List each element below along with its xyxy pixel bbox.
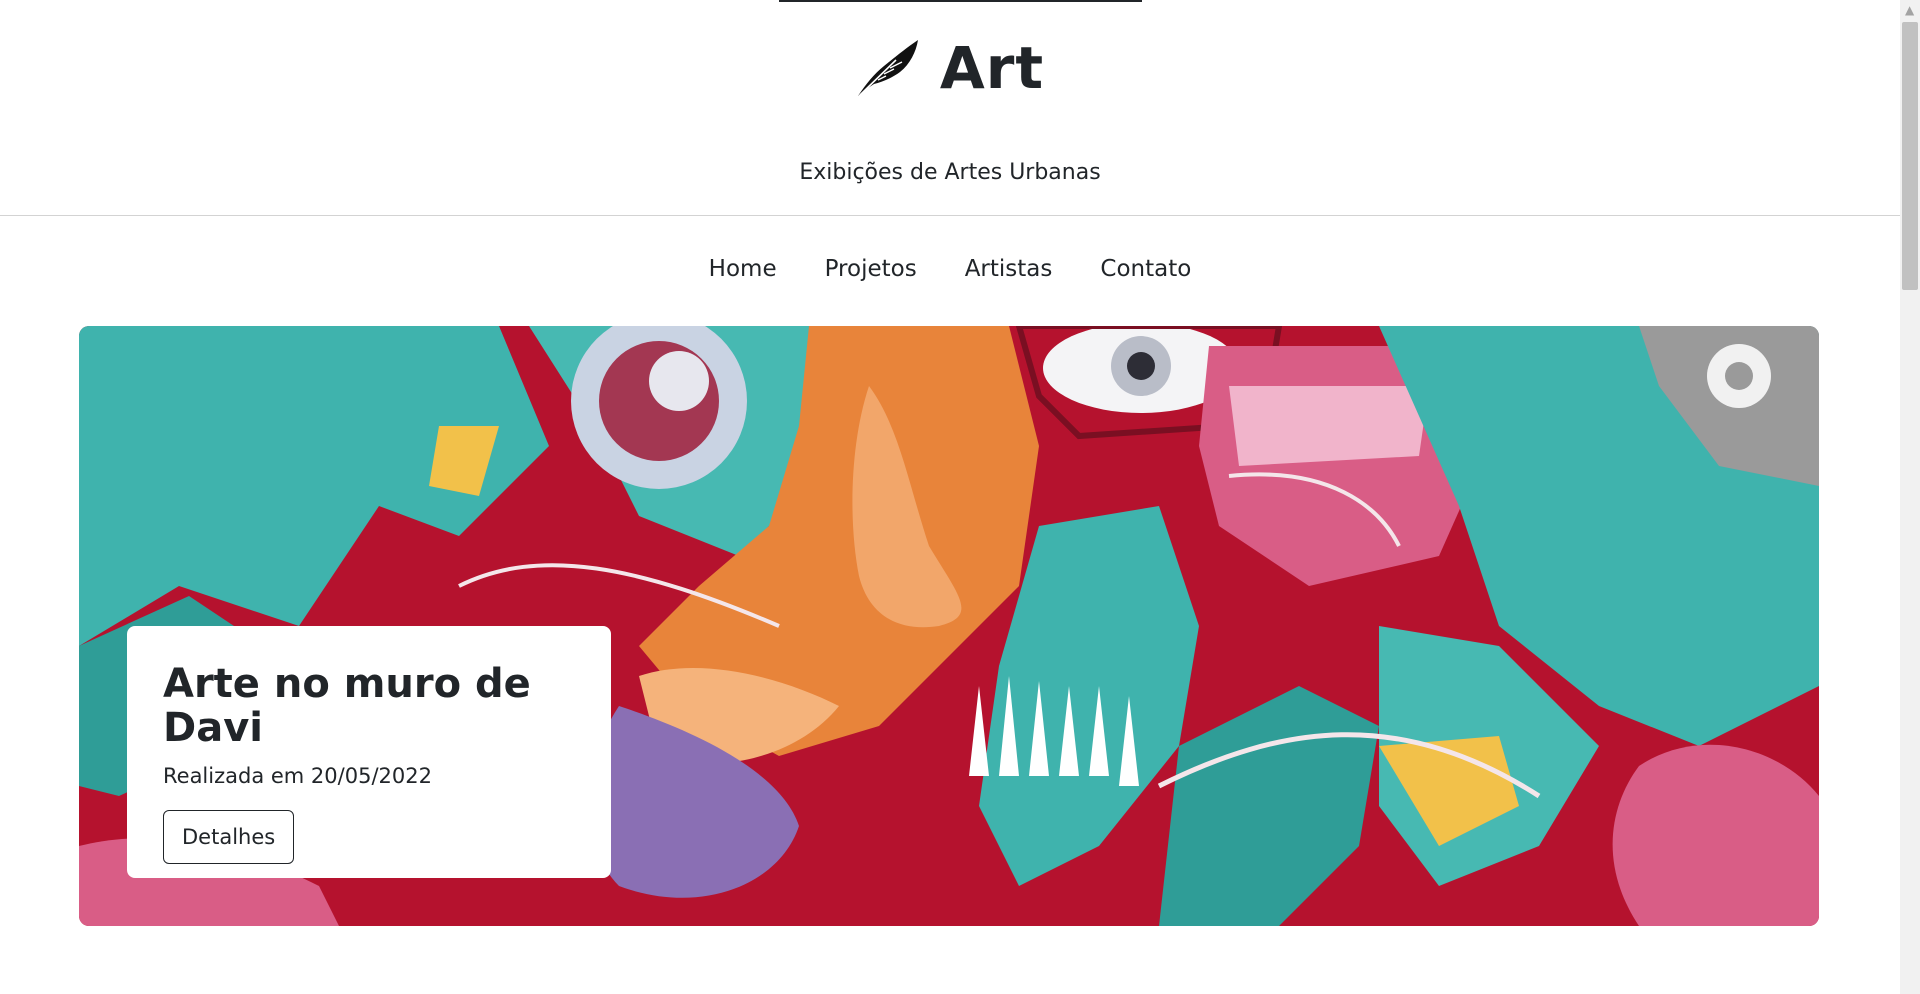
main-nav: Home Projetos Artistas Contato: [0, 256, 1900, 282]
hero-date: Realizada em 20/05/2022: [163, 764, 432, 788]
hero-title: Arte no muro de Davi: [163, 661, 531, 751]
site-subtitle: Exibições de Artes Urbanas: [799, 160, 1101, 185]
nav-item-home[interactable]: Home: [709, 256, 777, 282]
header-divider: [0, 215, 1900, 216]
brand-name: Art: [939, 34, 1045, 102]
nav-item-projetos[interactable]: Projetos: [825, 256, 917, 282]
chevron-up-icon[interactable]: ▲: [1905, 4, 1914, 16]
nav-item-contato[interactable]: Contato: [1100, 256, 1191, 282]
page: Art Exibições de Artes Urbanas Home Proj…: [0, 0, 1920, 994]
hero-card: Arte no muro de Davi Realizada em 20/05/…: [127, 626, 611, 878]
top-accent-bar: [779, 0, 1142, 2]
page-scrollbar[interactable]: ▲: [1900, 0, 1920, 994]
nav-item-artistas[interactable]: Artistas: [965, 256, 1053, 282]
hero-banner: Arte no muro de Davi Realizada em 20/05/…: [79, 326, 1819, 926]
scrollbar-thumb[interactable]: [1902, 22, 1918, 290]
details-button[interactable]: Detalhes: [163, 810, 295, 864]
brand[interactable]: Art: [0, 38, 1900, 98]
feather-icon: [856, 38, 920, 98]
